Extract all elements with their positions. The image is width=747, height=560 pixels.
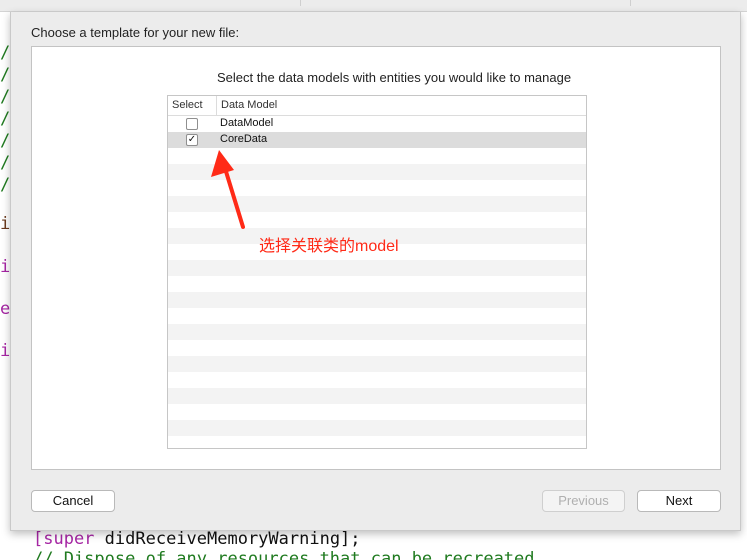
code-line: [super didReceiveMemoryWarning]; <box>33 529 361 549</box>
tab-divider <box>300 0 301 6</box>
code-comment-line: // Dispose of any resources that can be … <box>33 549 545 560</box>
next-button[interactable]: Next <box>637 490 721 512</box>
previous-button[interactable]: Previous <box>542 490 625 512</box>
annotation-text: 选择关联类的model <box>259 238 399 255</box>
tab-divider <box>630 0 631 6</box>
new-file-sheet: Choose a template for your new file: Sel… <box>10 12 741 531</box>
editor-gutter: / / / / / / / i i e i <box>0 12 10 560</box>
editor-tab-bar <box>0 0 747 12</box>
red-arrow-annotation <box>211 150 245 229</box>
cancel-button[interactable]: Cancel <box>31 490 115 512</box>
